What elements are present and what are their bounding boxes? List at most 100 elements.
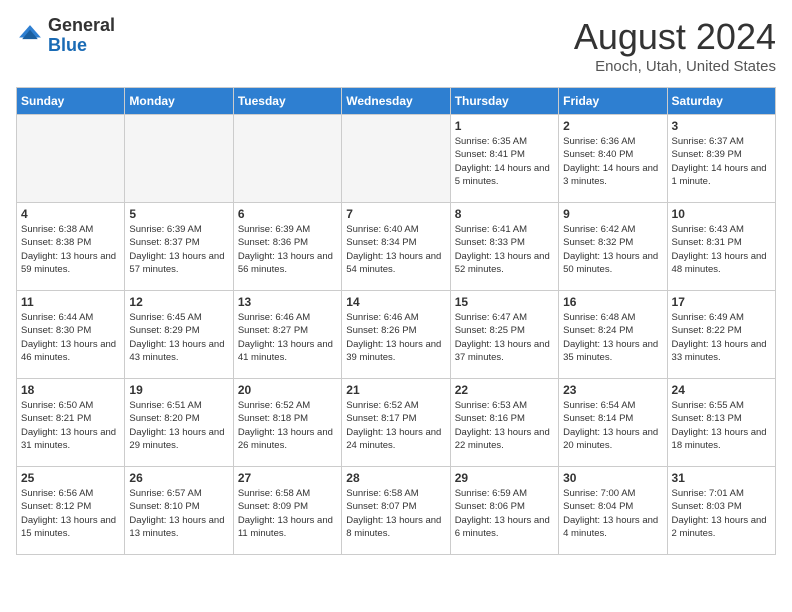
calendar-cell: 19 Sunrise: 6:51 AMSunset: 8:20 PMDayligh…	[125, 379, 233, 467]
day-header-friday: Friday	[559, 88, 667, 115]
day-info: Sunrise: 6:54 AMSunset: 8:14 PMDaylight:…	[563, 399, 662, 452]
calendar-cell: 27 Sunrise: 6:58 AMSunset: 8:09 PMDayligh…	[233, 467, 341, 555]
calendar-cell: 13 Sunrise: 6:46 AMSunset: 8:27 PMDayligh…	[233, 291, 341, 379]
day-number: 17	[672, 295, 771, 309]
day-number: 29	[455, 471, 554, 485]
calendar-week-3: 11 Sunrise: 6:44 AMSunset: 8:30 PMDayligh…	[17, 291, 776, 379]
calendar-cell: 4 Sunrise: 6:38 AMSunset: 8:38 PMDaylight…	[17, 203, 125, 291]
calendar-cell: 7 Sunrise: 6:40 AMSunset: 8:34 PMDaylight…	[342, 203, 450, 291]
logo-general-text: General	[48, 16, 115, 36]
day-number: 11	[21, 295, 120, 309]
calendar-cell: 26 Sunrise: 6:57 AMSunset: 8:10 PMDayligh…	[125, 467, 233, 555]
day-header-wednesday: Wednesday	[342, 88, 450, 115]
calendar-cell	[125, 115, 233, 203]
day-info: Sunrise: 6:52 AMSunset: 8:18 PMDaylight:…	[238, 399, 337, 452]
day-info: Sunrise: 6:35 AMSunset: 8:41 PMDaylight:…	[455, 135, 554, 188]
day-info: Sunrise: 6:38 AMSunset: 8:38 PMDaylight:…	[21, 223, 120, 276]
calendar-location: Enoch, Utah, United States	[574, 58, 776, 75]
calendar-cell: 1Sunrise: 6:35 AMSunset: 8:41 PMDaylight…	[450, 115, 558, 203]
day-info: Sunrise: 7:01 AMSunset: 8:03 PMDaylight:…	[672, 487, 771, 540]
day-info: Sunrise: 6:45 AMSunset: 8:29 PMDaylight:…	[129, 311, 228, 364]
day-info: Sunrise: 6:42 AMSunset: 8:32 PMDaylight:…	[563, 223, 662, 276]
day-number: 13	[238, 295, 337, 309]
calendar-cell: 30 Sunrise: 7:00 AMSunset: 8:04 PMDayligh…	[559, 467, 667, 555]
day-header-tuesday: Tuesday	[233, 88, 341, 115]
calendar-week-4: 18Sunrise: 6:50 AMSunset: 8:21 PMDayligh…	[17, 379, 776, 467]
day-info: Sunrise: 6:50 AMSunset: 8:21 PMDaylight:…	[21, 399, 120, 452]
calendar-cell: 12Sunrise: 6:45 AMSunset: 8:29 PMDayligh…	[125, 291, 233, 379]
day-number: 27	[238, 471, 337, 485]
day-info: Sunrise: 6:58 AMSunset: 8:09 PMDaylight:…	[238, 487, 337, 540]
calendar-cell: 21Sunrise: 6:52 AMSunset: 8:17 PMDayligh…	[342, 379, 450, 467]
day-number: 8	[455, 207, 554, 221]
day-header-sunday: Sunday	[17, 88, 125, 115]
day-number: 20	[238, 383, 337, 397]
day-number: 3	[672, 119, 771, 133]
day-number: 24	[672, 383, 771, 397]
calendar-cell: 28Sunrise: 6:58 AMSunset: 8:07 PMDayligh…	[342, 467, 450, 555]
logo-icon	[16, 22, 44, 50]
calendar-cell: 20 Sunrise: 6:52 AMSunset: 8:18 PMDayligh…	[233, 379, 341, 467]
day-number: 7	[346, 207, 445, 221]
day-number: 5	[129, 207, 228, 221]
day-number: 2	[563, 119, 662, 133]
calendar-cell: 8 Sunrise: 6:41 AMSunset: 8:33 PMDaylight…	[450, 203, 558, 291]
day-info: Sunrise: 6:51 AMSunset: 8:20 PMDaylight:…	[129, 399, 228, 452]
day-info: Sunrise: 6:48 AMSunset: 8:24 PMDaylight:…	[563, 311, 662, 364]
day-info: Sunrise: 7:00 AMSunset: 8:04 PMDaylight:…	[563, 487, 662, 540]
day-info: Sunrise: 6:36 AMSunset: 8:40 PMDaylight:…	[563, 135, 662, 188]
calendar-table: SundayMondayTuesdayWednesdayThursdayFrid…	[16, 87, 776, 555]
day-number: 16	[563, 295, 662, 309]
logo-blue-text: Blue	[48, 36, 115, 56]
calendar-cell: 11 Sunrise: 6:44 AMSunset: 8:30 PMDayligh…	[17, 291, 125, 379]
calendar-cell: 22 Sunrise: 6:53 AMSunset: 8:16 PMDayligh…	[450, 379, 558, 467]
day-info: Sunrise: 6:40 AMSunset: 8:34 PMDaylight:…	[346, 223, 445, 276]
calendar-week-1: 1Sunrise: 6:35 AMSunset: 8:41 PMDaylight…	[17, 115, 776, 203]
calendar-cell: 29 Sunrise: 6:59 AMSunset: 8:06 PMDayligh…	[450, 467, 558, 555]
page-header: General Blue August 2024 Enoch, Utah, Un…	[16, 16, 776, 75]
day-number: 21	[346, 383, 445, 397]
day-number: 22	[455, 383, 554, 397]
day-info: Sunrise: 6:57 AMSunset: 8:10 PMDaylight:…	[129, 487, 228, 540]
day-number: 26	[129, 471, 228, 485]
calendar-cell: 10Sunrise: 6:43 AMSunset: 8:31 PMDayligh…	[667, 203, 775, 291]
day-number: 23	[563, 383, 662, 397]
day-number: 30	[563, 471, 662, 485]
calendar-cell: 23 Sunrise: 6:54 AMSunset: 8:14 PMDayligh…	[559, 379, 667, 467]
calendar-title: August 2024	[574, 16, 776, 58]
calendar-cell: 16 Sunrise: 6:48 AMSunset: 8:24 PMDayligh…	[559, 291, 667, 379]
day-info: Sunrise: 6:37 AMSunset: 8:39 PMDaylight:…	[672, 135, 771, 188]
day-info: Sunrise: 6:59 AMSunset: 8:06 PMDaylight:…	[455, 487, 554, 540]
day-info: Sunrise: 6:55 AMSunset: 8:13 PMDaylight:…	[672, 399, 771, 452]
day-info: Sunrise: 6:39 AMSunset: 8:36 PMDaylight:…	[238, 223, 337, 276]
day-info: Sunrise: 6:41 AMSunset: 8:33 PMDaylight:…	[455, 223, 554, 276]
day-header-monday: Monday	[125, 88, 233, 115]
calendar-cell: 25 Sunrise: 6:56 AMSunset: 8:12 PMDayligh…	[17, 467, 125, 555]
calendar-week-5: 25 Sunrise: 6:56 AMSunset: 8:12 PMDayligh…	[17, 467, 776, 555]
calendar-cell: 14 Sunrise: 6:46 AMSunset: 8:26 PMDayligh…	[342, 291, 450, 379]
logo-text: General Blue	[48, 16, 115, 56]
calendar-cell: 3 Sunrise: 6:37 AMSunset: 8:39 PMDaylight…	[667, 115, 775, 203]
day-info: Sunrise: 6:53 AMSunset: 8:16 PMDaylight:…	[455, 399, 554, 452]
calendar-cell: 15Sunrise: 6:47 AMSunset: 8:25 PMDayligh…	[450, 291, 558, 379]
logo: General Blue	[16, 16, 115, 56]
day-info: Sunrise: 6:43 AMSunset: 8:31 PMDaylight:…	[672, 223, 771, 276]
day-number: 28	[346, 471, 445, 485]
day-number: 15	[455, 295, 554, 309]
title-block: August 2024 Enoch, Utah, United States	[574, 16, 776, 75]
calendar-cell	[233, 115, 341, 203]
calendar-cell: 5Sunrise: 6:39 AMSunset: 8:37 PMDaylight…	[125, 203, 233, 291]
day-number: 19	[129, 383, 228, 397]
day-number: 25	[21, 471, 120, 485]
day-number: 14	[346, 295, 445, 309]
calendar-week-2: 4 Sunrise: 6:38 AMSunset: 8:38 PMDaylight…	[17, 203, 776, 291]
day-number: 4	[21, 207, 120, 221]
day-info: Sunrise: 6:46 AMSunset: 8:27 PMDaylight:…	[238, 311, 337, 364]
day-number: 9	[563, 207, 662, 221]
calendar-cell: 2 Sunrise: 6:36 AMSunset: 8:40 PMDaylight…	[559, 115, 667, 203]
day-info: Sunrise: 6:46 AMSunset: 8:26 PMDaylight:…	[346, 311, 445, 364]
day-info: Sunrise: 6:44 AMSunset: 8:30 PMDaylight:…	[21, 311, 120, 364]
calendar-cell: 18Sunrise: 6:50 AMSunset: 8:21 PMDayligh…	[17, 379, 125, 467]
day-info: Sunrise: 6:56 AMSunset: 8:12 PMDaylight:…	[21, 487, 120, 540]
day-header-thursday: Thursday	[450, 88, 558, 115]
